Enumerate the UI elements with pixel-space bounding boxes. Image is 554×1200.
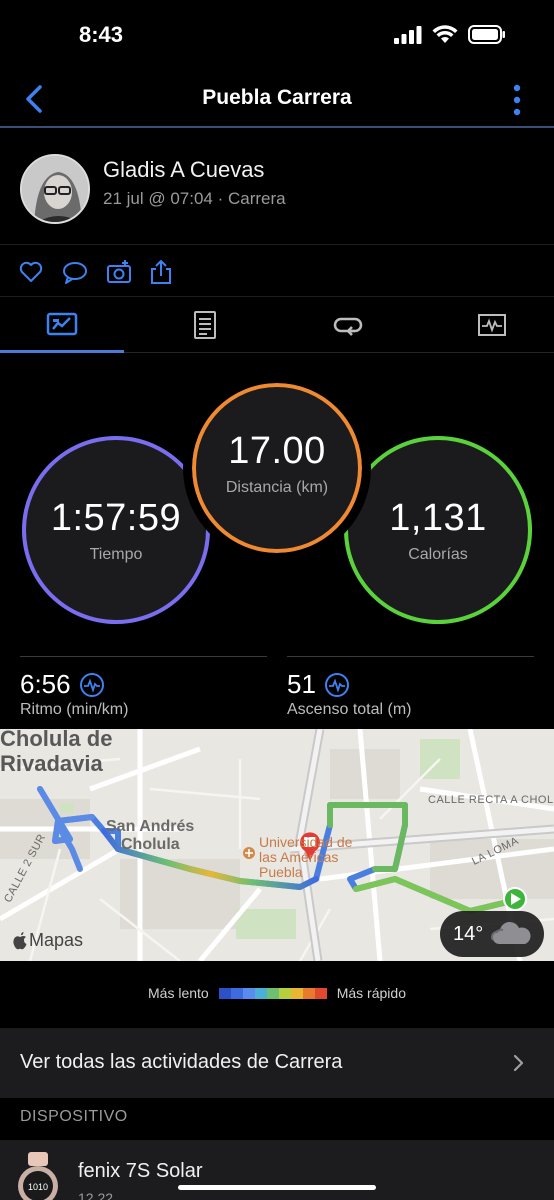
device-row[interactable]: 1010 fenix 7S Solar 12.22: [0, 1140, 554, 1200]
athlete-name[interactable]: Gladis A Cuevas: [103, 157, 264, 183]
device-section-header: DISPOSITIVO: [20, 1108, 128, 1125]
map-label-city-2: Rivadavia: [0, 751, 103, 776]
pace-legend: Más lento Más rápido: [0, 985, 554, 1001]
tab-details[interactable]: [143, 297, 267, 353]
map-label-street: CALLE RECTA A CHOL: [428, 794, 554, 806]
nav-bar: Puebla Carrera: [0, 72, 554, 128]
view-all-activities-label: Ver todas las actividades de Carrera: [20, 1051, 343, 1073]
page-title: Puebla Carrera: [202, 86, 352, 109]
weather-temp: 14°: [453, 922, 484, 945]
comment-icon[interactable]: [62, 259, 88, 285]
legend-swatch: [230, 987, 243, 999]
pace-metric: 6:56 Ritmo (min/km): [20, 656, 267, 724]
laps-icon: [333, 317, 363, 336]
time-circle: 1:57:59 Tiempo: [22, 436, 210, 624]
tab-laps[interactable]: [286, 297, 410, 353]
share-icon[interactable]: [148, 259, 174, 285]
pace-label: Ritmo (min/km): [20, 701, 129, 718]
legend-swatch: [278, 987, 291, 999]
device-version: 12.22: [78, 1190, 114, 1200]
wifi-icon: [432, 25, 458, 43]
legend-swatch: [302, 987, 315, 999]
pace-info-icon[interactable]: [79, 672, 105, 698]
map-label-city: Cholula de: [0, 729, 113, 751]
svg-text:1010: 1010: [28, 1182, 48, 1192]
map-attribution-text: Mapas: [29, 930, 84, 950]
ascent-label: Ascenso total (m): [287, 701, 412, 718]
status-icons: [394, 25, 506, 44]
legend-swatch: [290, 987, 303, 999]
avatar[interactable]: [20, 154, 90, 224]
calories-value: 1,131: [389, 496, 487, 539]
calories-circle: 1,131 Calorías: [344, 436, 532, 624]
ascent-value: 51: [287, 669, 316, 699]
legend-swatch: [254, 987, 267, 999]
home-indicator: [178, 1185, 376, 1190]
distance-circle: 17.00 Distancia (km): [183, 374, 371, 562]
weather-badge: 14°: [440, 911, 544, 957]
more-options-icon[interactable]: [510, 82, 524, 118]
legend-swatch: [266, 987, 279, 999]
watch-icon: 1010: [18, 1152, 58, 1200]
ascent-metric: 51 Ascenso total (m): [287, 656, 534, 724]
view-all-activities-row[interactable]: Ver todas las actividades de Carrera: [0, 1028, 554, 1098]
legend-swatch: [218, 987, 231, 999]
map-label-poi-3: Puebla: [259, 864, 303, 880]
calories-label: Calorías: [408, 545, 468, 563]
pace-value: 6:56: [20, 669, 71, 699]
time-label: Tiempo: [89, 545, 143, 563]
legend-fast: Más rápido: [336, 985, 406, 1001]
like-icon[interactable]: [18, 259, 44, 285]
cloud-icon: [491, 921, 531, 944]
social-actions: [0, 245, 554, 297]
map-label-poi-2: las Américas: [259, 849, 339, 865]
map-label-town: San Andrés: [106, 818, 195, 835]
pace-value-row: 6:56: [20, 669, 105, 700]
legend-swatch: [314, 987, 327, 999]
details-icon: [194, 311, 216, 339]
status-bar: 8:43: [0, 0, 554, 72]
tab-stats[interactable]: [0, 297, 124, 353]
map-label-town-2: Cholula: [121, 836, 180, 853]
status-time: 8:43: [79, 22, 124, 47]
map-attribution: Mapas: [12, 930, 83, 951]
apple-logo-icon: [13, 931, 27, 949]
activity-owner: Gladis A Cuevas 21 jul @ 07:04 · Carrera: [0, 140, 554, 245]
distance-label: Distancia (km): [225, 478, 329, 496]
ascent-value-row: 51: [287, 669, 350, 700]
legend-swatch: [242, 987, 255, 999]
stats-icon: [46, 312, 78, 335]
time-value: 1:57:59: [50, 496, 182, 539]
signal-icon: [394, 25, 422, 44]
device-name: fenix 7S Solar: [78, 1160, 203, 1182]
chevron-right-icon: [513, 1054, 524, 1072]
map-label-poi: Universidad de: [259, 834, 353, 850]
activity-datetime: 21 jul @ 07:04 · Carrera: [103, 189, 286, 208]
distance-value: 17.00: [228, 429, 326, 472]
ascent-info-icon[interactable]: [324, 672, 350, 698]
tab-charts[interactable]: [430, 297, 554, 353]
activity-tabs: [0, 297, 554, 353]
legend-color-scale: [218, 987, 327, 999]
charts-icon: [478, 314, 506, 336]
route-map[interactable]: Cholula de Rivadavia San Andrés Cholula …: [0, 729, 554, 961]
add-photo-icon[interactable]: [106, 259, 132, 285]
legend-slow: Más lento: [148, 985, 209, 1001]
battery-icon: [468, 25, 505, 44]
